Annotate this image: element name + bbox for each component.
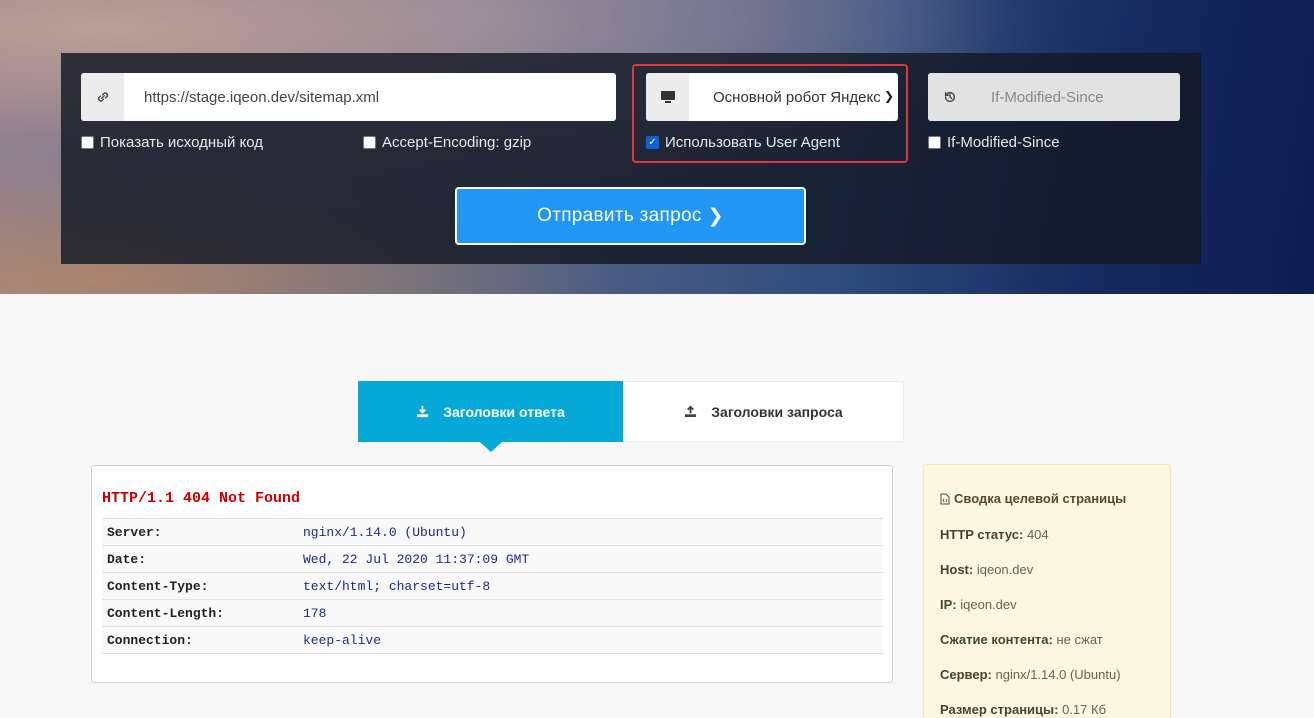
chevron-right-icon: ❯ <box>707 205 724 227</box>
if-modified-since-input[interactable]: If-Modified-Since <box>971 73 1180 121</box>
header-value: Wed, 22 Jul 2020 11:37:09 GMT <box>298 545 883 573</box>
user-agent-selected-value: Основной робот Яндекса <box>713 88 890 106</box>
url-input[interactable] <box>124 73 616 121</box>
header-key: Content-Length: <box>102 599 298 627</box>
url-input-group <box>81 73 616 121</box>
user-agent-group: Основной робот Яндекса ❯ <box>646 73 898 121</box>
chevron-down-icon: ❯ <box>879 89 894 103</box>
header-value: 178 <box>298 599 883 627</box>
summary-value: не сжат <box>1056 632 1103 647</box>
hero-background: Основной робот Яндекса ❯ If-Modified-Sin… <box>0 0 1314 294</box>
status-line: HTTP/1.1 404 Not Found <box>102 490 301 507</box>
user-agent-select[interactable]: Основной робот Яндекса ❯ <box>689 73 898 121</box>
headers-tabs: Заголовки ответа Заголовки запроса <box>358 381 904 452</box>
accept-encoding-label: Accept-Encoding: gzip <box>382 134 532 151</box>
upload-icon <box>685 405 697 418</box>
send-request-button[interactable]: Отправить запрос ❯ <box>455 187 806 245</box>
response-headers-panel: HTTP/1.1 404 Not Found Server: nginx/1.1… <box>91 465 893 683</box>
summary-label: Сервер: <box>940 667 992 682</box>
show-source-checkbox[interactable]: Показать исходный код <box>81 134 263 151</box>
monitor-icon <box>646 73 689 121</box>
use-user-agent-checkbox[interactable]: ✓ Использовать User Agent <box>646 134 840 151</box>
table-row: Server: nginx/1.14.0 (Ubuntu) <box>102 518 883 546</box>
summary-label: Размер страницы: <box>940 702 1059 717</box>
link-icon <box>81 73 124 121</box>
summary-label: Host: <box>940 562 974 577</box>
header-value: text/html; charset=utf-8 <box>298 572 883 600</box>
summary-value: nginx/1.14.0 (Ubuntu) <box>995 667 1121 682</box>
download-icon <box>417 405 429 418</box>
table-row: Content-Type: text/html; charset=utf-8 <box>102 572 883 600</box>
history-icon <box>928 73 971 121</box>
tab-response-headers[interactable]: Заголовки ответа <box>358 381 623 452</box>
show-source-label: Показать исходный код <box>100 134 264 151</box>
summary-row: IP: iqeon.dev <box>940 597 1017 612</box>
header-value: keep-alive <box>298 626 883 654</box>
send-request-label: Отправить запрос <box>537 205 702 226</box>
request-form-panel: Основной робот Яндекса ❯ If-Modified-Sin… <box>61 53 1201 264</box>
checkbox-box[interactable] <box>81 136 94 149</box>
table-row: Date: Wed, 22 Jul 2020 11:37:09 GMT <box>102 545 883 573</box>
summary-value: 404 <box>1026 527 1049 542</box>
summary-value: 0.17 Кб <box>1062 702 1107 717</box>
use-user-agent-label: Использовать User Agent <box>665 134 840 151</box>
tab-label: Заголовки ответа <box>443 403 565 420</box>
summary-label: HTTP статус: <box>940 527 1024 542</box>
tab-label: Заголовки запроса <box>711 403 843 420</box>
summary-title: Сводка целевой страницы <box>940 491 1126 506</box>
summary-row: Сервер: nginx/1.14.0 (Ubuntu) <box>940 667 1121 682</box>
summary-label: Сжатие контента: <box>940 632 1053 647</box>
header-key: Date: <box>102 545 298 573</box>
summary-label: IP: <box>940 597 957 612</box>
summary-value: iqeon.dev <box>960 597 1017 612</box>
target-page-summary: Сводка целевой страницы HTTP статус: 404… <box>923 464 1171 718</box>
if-modified-since-label: If-Modified-Since <box>947 134 1060 151</box>
summary-value: iqeon.dev <box>976 562 1034 577</box>
table-row: Content-Length: 178 <box>102 599 883 627</box>
checkbox-box[interactable]: ✓ <box>646 136 659 149</box>
checkbox-box[interactable] <box>928 136 941 149</box>
summary-row: Host: iqeon.dev <box>940 562 1033 577</box>
header-key: Server: <box>102 518 298 546</box>
if-modified-since-checkbox[interactable]: If-Modified-Since <box>928 134 1060 151</box>
tab-request-headers[interactable]: Заголовки запроса <box>623 381 904 442</box>
table-row: Connection: keep-alive <box>102 626 883 654</box>
checkbox-box[interactable] <box>363 136 376 149</box>
summary-row: Размер страницы: 0.17 Кб <box>940 702 1106 717</box>
summary-row: HTTP статус: 404 <box>940 527 1049 542</box>
header-key: Connection: <box>102 626 298 654</box>
file-code-icon <box>940 493 950 504</box>
summary-title-text: Сводка целевой страницы <box>954 491 1127 506</box>
header-key: Content-Type: <box>102 572 298 600</box>
if-modified-since-group: If-Modified-Since <box>928 73 1180 121</box>
headers-table: Server: nginx/1.14.0 (Ubuntu) Date: Wed,… <box>102 518 883 654</box>
summary-row: Сжатие контента: не сжат <box>940 632 1103 647</box>
header-value: nginx/1.14.0 (Ubuntu) <box>298 518 883 546</box>
accept-encoding-checkbox[interactable]: Accept-Encoding: gzip <box>363 134 531 151</box>
